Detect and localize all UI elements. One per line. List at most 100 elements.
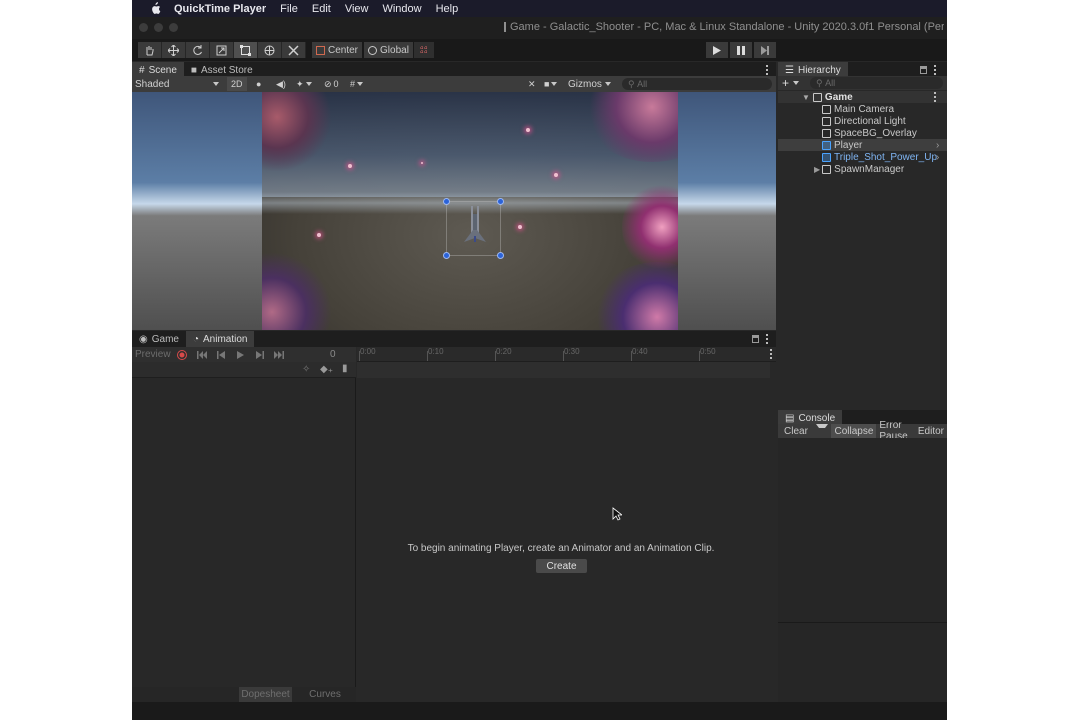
speaker-icon: ◀): [276, 78, 286, 89]
console-icon: ▤: [785, 412, 795, 424]
last-keyframe-button[interactable]: [273, 349, 285, 360]
menu-help[interactable]: Help: [436, 3, 459, 15]
rect-handle-bottom-right[interactable]: [497, 252, 504, 259]
scene-more-icon[interactable]: [765, 65, 768, 75]
rect-icon: [240, 44, 251, 56]
transform-tool-button[interactable]: [258, 42, 282, 58]
lock-icon[interactable]: [752, 335, 759, 343]
apple-icon[interactable]: [148, 2, 162, 15]
camera-icon: ■: [544, 79, 550, 89]
console-collapse-toggle[interactable]: Collapse: [831, 424, 877, 438]
gamepad-icon: ◉: [139, 333, 148, 345]
scene-more-icon[interactable]: [933, 92, 936, 102]
hierarchy-search-input[interactable]: ⚲ All: [810, 77, 943, 89]
console-log-list[interactable]: [778, 438, 947, 623]
menu-file[interactable]: File: [280, 3, 298, 15]
hierarchy-list: ▼ Game Main Camera Directional Light Spa…: [778, 90, 947, 408]
pivot-mode-button[interactable]: Center: [312, 42, 363, 58]
timeline-ruler[interactable]: 0:00 0:10 0:20 0:30 0:40 0:50: [357, 347, 776, 362]
menu-window[interactable]: Window: [382, 3, 421, 15]
zoom-window-button[interactable]: [169, 23, 178, 32]
rotate-tool-button[interactable]: [186, 42, 210, 58]
scene-root-row[interactable]: ▼ Game: [778, 91, 947, 103]
lock-icon[interactable]: [920, 66, 927, 74]
create-add-icon[interactable]: +: [782, 76, 789, 90]
expand-arrow-icon[interactable]: ▼: [802, 93, 810, 102]
scene-viewport[interactable]: [132, 92, 776, 330]
console-editor-dropdown[interactable]: Editor: [915, 424, 947, 438]
play-animation-button[interactable]: [234, 349, 246, 360]
grid-dropdown[interactable]: #: [346, 77, 367, 91]
rect-tool-button[interactable]: [234, 42, 258, 58]
gizmos-dropdown[interactable]: Gizmos: [568, 77, 611, 91]
create-animation-button[interactable]: Create: [536, 559, 587, 573]
player-selection-box[interactable]: [446, 201, 501, 256]
hierarchy-item-spawnmanager[interactable]: ▶ SpawnManager: [778, 163, 947, 175]
pause-button[interactable]: [730, 42, 752, 58]
scene-search-input[interactable]: ⚲ All: [622, 78, 772, 90]
tab-animation[interactable]: ◔ Animation: [185, 331, 255, 347]
menu-view[interactable]: View: [345, 3, 369, 15]
console-error-pause-toggle[interactable]: Error Pause: [876, 420, 914, 442]
document-icon: [504, 22, 506, 32]
preview-toggle[interactable]: Preview: [135, 349, 171, 360]
hidden-objects-toggle[interactable]: ⊘ 0: [320, 77, 343, 91]
frame-field[interactable]: 0: [330, 349, 336, 360]
pivot-center-icon: [316, 45, 325, 55]
menu-edit[interactable]: Edit: [312, 3, 331, 15]
play-button[interactable]: [706, 42, 728, 58]
timeline-more-icon[interactable]: [769, 349, 772, 359]
grid-icon: #: [350, 79, 356, 89]
chevron-right-icon[interactable]: ›: [936, 140, 939, 151]
filter-keys-icon[interactable]: ✧: [302, 364, 310, 375]
hierarchy-item-spacebg-overlay[interactable]: SpaceBG_Overlay: [778, 127, 947, 139]
animation-window: Preview 0 ✧ ◆₊ ▮ Dopesheet Curves 0:00 0…: [132, 347, 776, 702]
close-window-button[interactable]: [139, 23, 148, 32]
add-keyframe-icon[interactable]: ◆₊: [320, 364, 333, 375]
event-row[interactable]: [357, 362, 770, 378]
tab-dopesheet[interactable]: Dopesheet: [239, 687, 292, 702]
move-tool-button[interactable]: [162, 42, 186, 58]
animation-more-icon[interactable]: [765, 334, 768, 344]
hierarchy-item-main-camera[interactable]: Main Camera: [778, 103, 947, 115]
no-animator-message: To begin animating Player, create an Ani…: [407, 543, 715, 554]
record-button[interactable]: [176, 349, 188, 360]
chevron-down-icon[interactable]: [793, 81, 799, 85]
pivot-rotation-button[interactable]: Global: [364, 42, 413, 58]
step-button[interactable]: [754, 42, 776, 58]
hierarchy-item-triple-shot-power-up[interactable]: Triple_Shot_Power_Up ›: [778, 151, 947, 163]
hierarchy-more-icon[interactable]: [933, 65, 936, 75]
chevron-right-icon[interactable]: ›: [936, 152, 939, 163]
2d-toggle-button[interactable]: 2D: [227, 77, 247, 91]
add-event-icon[interactable]: ▮: [342, 363, 348, 374]
previous-keyframe-button[interactable]: [215, 349, 227, 360]
tools-toggle[interactable]: ✕: [524, 77, 540, 91]
rect-handle-top-left[interactable]: [443, 198, 450, 205]
scale-tool-button[interactable]: [210, 42, 234, 58]
console-clear-button[interactable]: Clear: [778, 424, 831, 438]
grid-snap-button[interactable]: [414, 42, 434, 58]
expand-arrow-icon[interactable]: ▶: [814, 165, 820, 174]
play-icon: [236, 350, 244, 359]
window-controls: [139, 23, 178, 32]
ruler-tick: 0:10: [427, 347, 444, 361]
draw-mode-dropdown[interactable]: Shaded: [135, 77, 219, 91]
hierarchy-item-player[interactable]: Player ›: [778, 139, 947, 151]
tab-curves[interactable]: Curves: [300, 687, 350, 702]
hand-tool-button[interactable]: [138, 42, 162, 58]
minimize-window-button[interactable]: [154, 23, 163, 32]
custom-tool-button[interactable]: [282, 42, 306, 58]
next-keyframe-button[interactable]: [254, 349, 266, 360]
app-name-menu[interactable]: QuickTime Player: [174, 3, 266, 15]
grid-snap-icon: [420, 46, 428, 54]
first-keyframe-button[interactable]: [196, 349, 208, 360]
tab-animation-label: Animation: [203, 333, 248, 345]
rect-handle-top-right[interactable]: [497, 198, 504, 205]
hierarchy-item-directional-light[interactable]: Directional Light: [778, 115, 947, 127]
lighting-toggle[interactable]: ●: [252, 77, 265, 91]
rect-handle-bottom-left[interactable]: [443, 252, 450, 259]
effects-dropdown[interactable]: ✦: [292, 77, 316, 91]
audio-toggle[interactable]: ◀): [272, 77, 290, 91]
tab-game[interactable]: ◉ Game: [132, 331, 186, 347]
camera-dropdown[interactable]: ■: [540, 77, 561, 91]
